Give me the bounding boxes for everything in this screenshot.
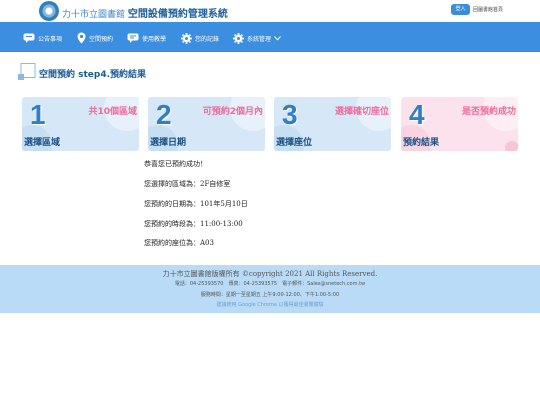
step-note: 是否預約成功 [461, 107, 516, 117]
step-note: 可預約2個月內 [202, 107, 263, 117]
step-label: 選擇日期 [150, 138, 187, 148]
main-content [0, 52, 540, 265]
step-label: 選擇座位 [276, 138, 313, 148]
main-nav: 公告事項 空間預約 使用教學 您的記錄 系統管理 [0, 22, 540, 52]
step-card-2: 2 可預約2個月內 選擇日期 [148, 97, 265, 151]
system-name: 空間設備預約管理系統 [127, 9, 228, 20]
step-card-1: 1 共10個區域 選擇區域 [22, 97, 139, 151]
nav-item-records[interactable]: 您的記錄 [181, 32, 219, 44]
nav-item-space-booking[interactable]: 空間預約 [77, 32, 113, 44]
result-time: 您預約的時段為：11:00-13:00 [144, 220, 243, 228]
site-title[interactable]: 力十市立圖書館 空間設備預約管理系統 [62, 5, 228, 20]
result-seat: 您預約的座位為：A03 [144, 239, 214, 247]
step-label: 預約結果 [403, 138, 440, 148]
nav-label: 公告事項 [38, 35, 63, 43]
nav-item-tutorial[interactable]: 使用教學 [127, 32, 166, 44]
footer-hours: 服務時間：星期一至星期五 上午9:00-12:00、下午1:00-5:00 [200, 292, 340, 298]
nav-label: 您的記錄 [195, 35, 220, 43]
map-pin-icon [77, 32, 86, 44]
footer-browser-note: 建議使用 Google Chrome 以獲得最佳瀏覽體驗 [216, 302, 324, 308]
top-header: 力十市立圖書館 空間設備預約管理系統 登入 回圖書館首頁 [0, 0, 540, 22]
footer-copyright: 力十市立圖書館版權所有 ©copyright 2021 All Rights R… [162, 270, 378, 278]
login-button[interactable]: 登入 [451, 4, 470, 15]
gear-icon [181, 32, 192, 44]
result-area: 您選擇的區域為：2F自修室 [144, 180, 231, 188]
nav-label: 系統管理 [247, 35, 272, 43]
chevron-down-icon [274, 35, 281, 41]
library-logo-icon[interactable] [39, 1, 59, 21]
step-number: 2 [156, 99, 172, 130]
nav-label: 空間預約 [89, 35, 114, 43]
step-card-3: 3 選擇確切座位 選擇座位 [274, 97, 391, 151]
page-title: 空間預約 step4.預約結果 [39, 70, 147, 80]
library-home-link[interactable]: 回圖書館首頁 [473, 6, 503, 13]
library-name: 力十市立圖書館 [62, 10, 126, 20]
chat-icon [127, 33, 139, 43]
step-number: 1 [30, 99, 46, 130]
result-date: 您預約的日期為：101年5月10日 [144, 200, 248, 208]
step-number: 4 [409, 99, 425, 130]
step-label: 選擇區域 [24, 138, 61, 148]
nav-item-announcements[interactable]: 公告事項 [23, 32, 62, 44]
footer: 力十市立圖書館版權所有 ©copyright 2021 All Rights R… [0, 265, 540, 313]
step-card-4-active: 4 是否預約成功 預約結果 [401, 97, 518, 151]
nav-label: 使用教學 [142, 35, 167, 43]
result-success-message: 恭喜您已預約成功！ [144, 160, 207, 168]
announcement-icon [23, 33, 35, 43]
footer-contact: 電話：04-25393570 傳真：04-25393575 電子郵件：Sales… [174, 281, 366, 287]
title-decoration-icon [18, 63, 36, 80]
nav-item-system-admin[interactable]: 系統管理 [233, 32, 284, 44]
step-number: 3 [282, 99, 298, 130]
gear-icon [233, 32, 244, 44]
step-note: 選擇確切座位 [334, 107, 389, 117]
step-note: 共10個區域 [88, 107, 137, 117]
